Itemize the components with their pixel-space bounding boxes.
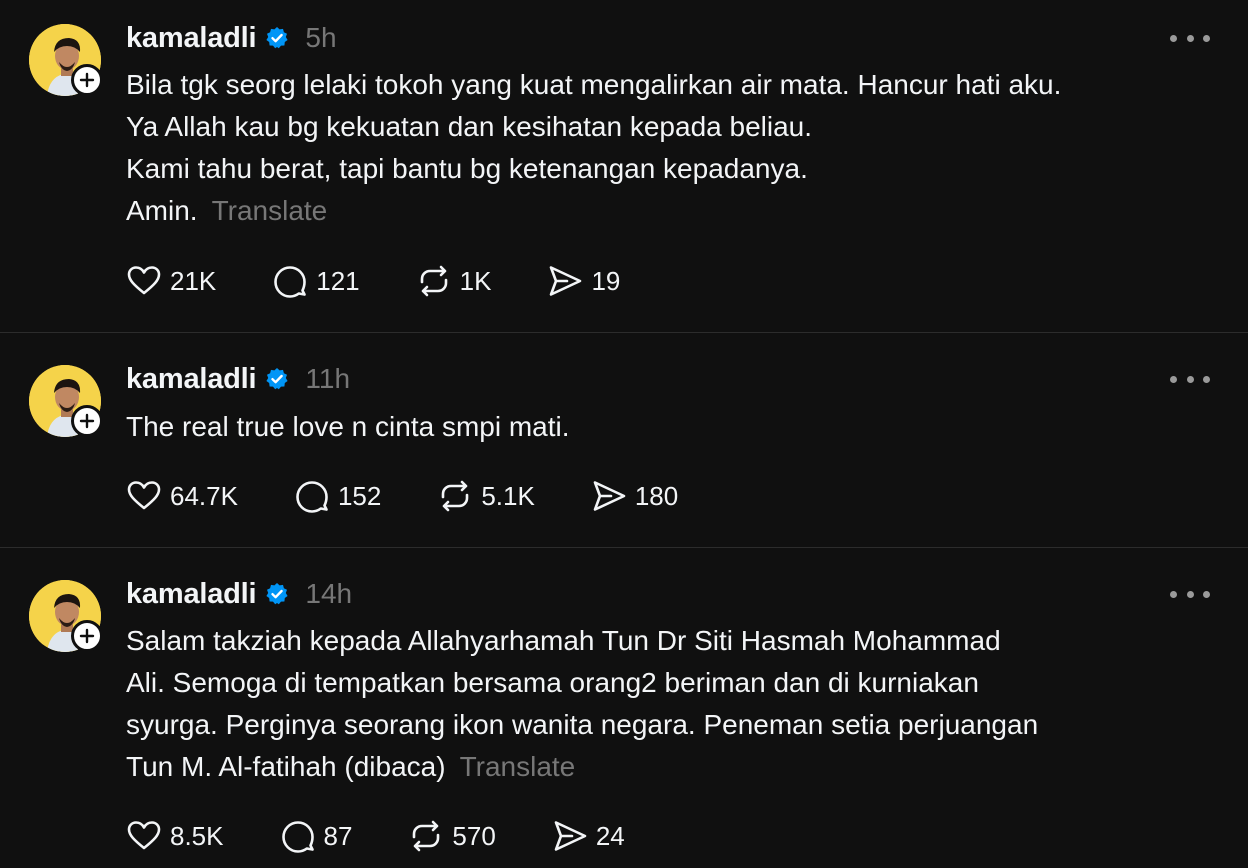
action-bar: 8.5K 87 570 24 [126,816,681,856]
avatar-wrap[interactable] [29,365,103,437]
more-icon [1203,34,1210,42]
comment-icon [296,481,328,513]
more-icon [1170,34,1177,42]
repost-count: 1K [459,265,492,296]
comment-icon [274,266,307,298]
post-text-line-last: Tun M. Al-fatihah (dibaca) Translate [126,746,1216,788]
verified-badge-icon [265,582,289,606]
verified-badge-icon [265,367,289,391]
follow-button[interactable] [71,405,103,437]
username[interactable]: kamaladli [126,363,257,396]
like-button[interactable]: 21K [126,263,216,299]
plus-icon [79,413,95,429]
post-text-line: Bila tgk seorg lelaki tokoh yang kuat me… [126,69,1062,100]
more-button[interactable] [1170,584,1210,604]
repost-button[interactable]: 1K [416,263,492,299]
post-text: Bila tgk seorg lelaki tokoh yang kuat me… [126,64,1216,232]
more-icon [1170,590,1177,598]
timestamp: 11h [305,363,351,394]
username[interactable]: kamaladli [126,578,257,611]
more-icon [1203,375,1210,383]
timestamp: 14h [305,578,353,609]
post-header: kamaladli 5h [126,18,337,58]
post-header: kamaladli 14h [126,574,352,614]
share-button[interactable]: 24 [552,818,625,854]
comment-icon [281,821,314,853]
like-button[interactable]: 64.7K [126,478,238,514]
share-button[interactable]: 19 [547,263,620,299]
post-text-line: syurga. Perginya seorang ikon wanita neg… [126,709,1039,740]
repost-button[interactable]: 5.1K [437,478,535,514]
post-text-line: Ali. Semoga di tempatkan bersama orang2 … [126,667,979,698]
like-count: 8.5K [170,820,224,851]
action-bar: 21K 121 1K 19 [126,261,676,301]
action-bar: 64.7K 152 5.1K 180 [126,476,734,516]
post-text-tail: Tun M. Al-fatihah (dibaca) [126,751,446,782]
post-text-line: Ya Allah kau bg kekuatan dan kesihatan k… [126,111,812,142]
avatar-wrap[interactable] [29,580,103,652]
like-count: 64.7K [170,480,238,511]
heart-icon [127,266,161,295]
repost-icon [420,265,447,297]
post-1: kamaladli 5h Bila tgk seorg lelaki tokoh… [0,0,1248,332]
post-text: Salam takziah kepada Allahyarhamah Tun D… [126,620,1216,788]
post-header: kamaladli 11h [126,359,350,399]
reply-count: 87 [323,820,353,851]
reply-button[interactable]: 152 [294,478,381,514]
repost-icon [442,480,469,512]
repost-count: 570 [452,820,496,851]
avatar-wrap[interactable] [29,24,103,96]
send-icon [550,266,582,296]
share-button[interactable]: 180 [591,478,678,514]
plus-icon [79,628,95,644]
plus-icon [79,72,95,88]
translate-link[interactable]: Translate [212,195,328,226]
post-text: The real true love n cinta smpi mati. [126,406,1216,448]
send-icon [554,821,587,851]
translate-link[interactable]: Translate [460,751,576,782]
like-count: 21K [170,265,217,296]
verified-badge-icon [265,26,289,50]
reply-button[interactable]: 87 [280,818,353,854]
share-count: 180 [634,480,679,511]
more-icon [1203,590,1210,598]
share-count: 24 [595,820,625,851]
repost-count: 5.1K [481,480,535,511]
post-text-line: Kami tahu berat, tapi bantu bg ketenanga… [126,153,808,184]
post-text-line-last: Amin. Translate [126,190,1216,232]
post-2: kamaladli 11h The real true love n cinta… [0,333,1248,547]
share-count: 19 [591,265,621,296]
more-icon [1186,34,1194,42]
repost-button[interactable]: 570 [408,818,496,854]
follow-button[interactable] [71,620,103,652]
reply-button[interactable]: 121 [272,263,360,299]
heart-icon [127,481,161,510]
more-button[interactable] [1170,369,1210,389]
more-icon [1170,375,1177,383]
more-icon [1186,590,1194,598]
username[interactable]: kamaladli [126,22,257,55]
reply-count: 152 [337,480,382,511]
reply-count: 121 [316,265,360,296]
repost-icon [413,820,440,852]
post-text-line: Salam takziah kepada Allahyarhamah Tun D… [126,625,1001,656]
post-text-line: The real true love n cinta smpi mati. [126,411,570,442]
like-button[interactable]: 8.5K [126,818,224,854]
post-3: kamaladli 14h Salam takziah kepada Allah… [0,548,1248,868]
send-icon [593,481,626,511]
heart-icon [127,821,161,850]
timestamp: 5h [305,22,337,53]
more-icon [1186,375,1194,383]
more-button[interactable] [1170,28,1210,48]
post-text-tail: Amin. [126,195,198,226]
follow-button[interactable] [71,64,103,96]
